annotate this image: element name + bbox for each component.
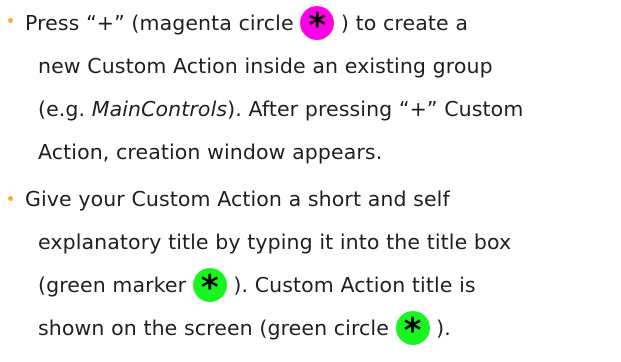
bullet-line: Press “+” (magenta circle * ) to create … (25, 6, 468, 46)
bullet-text: ). After pressing “+” Custom (227, 97, 524, 121)
bullet-text: (green marker (38, 273, 193, 297)
bullet-dot (8, 18, 13, 23)
bullet-text: ). (429, 316, 451, 340)
bullet-text: (e.g. (38, 97, 92, 121)
bullet-text: ) to create a (334, 11, 468, 35)
green-marker-icon: * (192, 268, 227, 308)
group-name-example: MainControls (91, 97, 228, 121)
green-marker-icon: * (395, 311, 430, 351)
bullet-line: Action, creation window appears. (38, 140, 383, 164)
bullet-text: ). Custom Action title is (226, 273, 476, 297)
bullet-line: shown on the screen (green circle * ). (38, 311, 451, 351)
bullet-line: (green marker * ). Custom Action title i… (38, 268, 476, 308)
bullet-text: Press “+” (magenta circle (25, 11, 301, 35)
bullet-dot (8, 196, 13, 201)
bullet-text: shown on the screen (green circle (38, 316, 396, 340)
bullet-line: Give your Custom Action a short and self (25, 187, 450, 211)
magenta-marker-icon: * (300, 6, 335, 46)
instruction-document: Press “+” (magenta circle * ) to create … (0, 0, 621, 362)
bullet-line: new Custom Action inside an existing gro… (38, 54, 493, 78)
bullet-line: explanatory title by typing it into the … (38, 230, 512, 254)
bullet-line: (e.g. MainControls). After pressing “+” … (38, 94, 523, 124)
